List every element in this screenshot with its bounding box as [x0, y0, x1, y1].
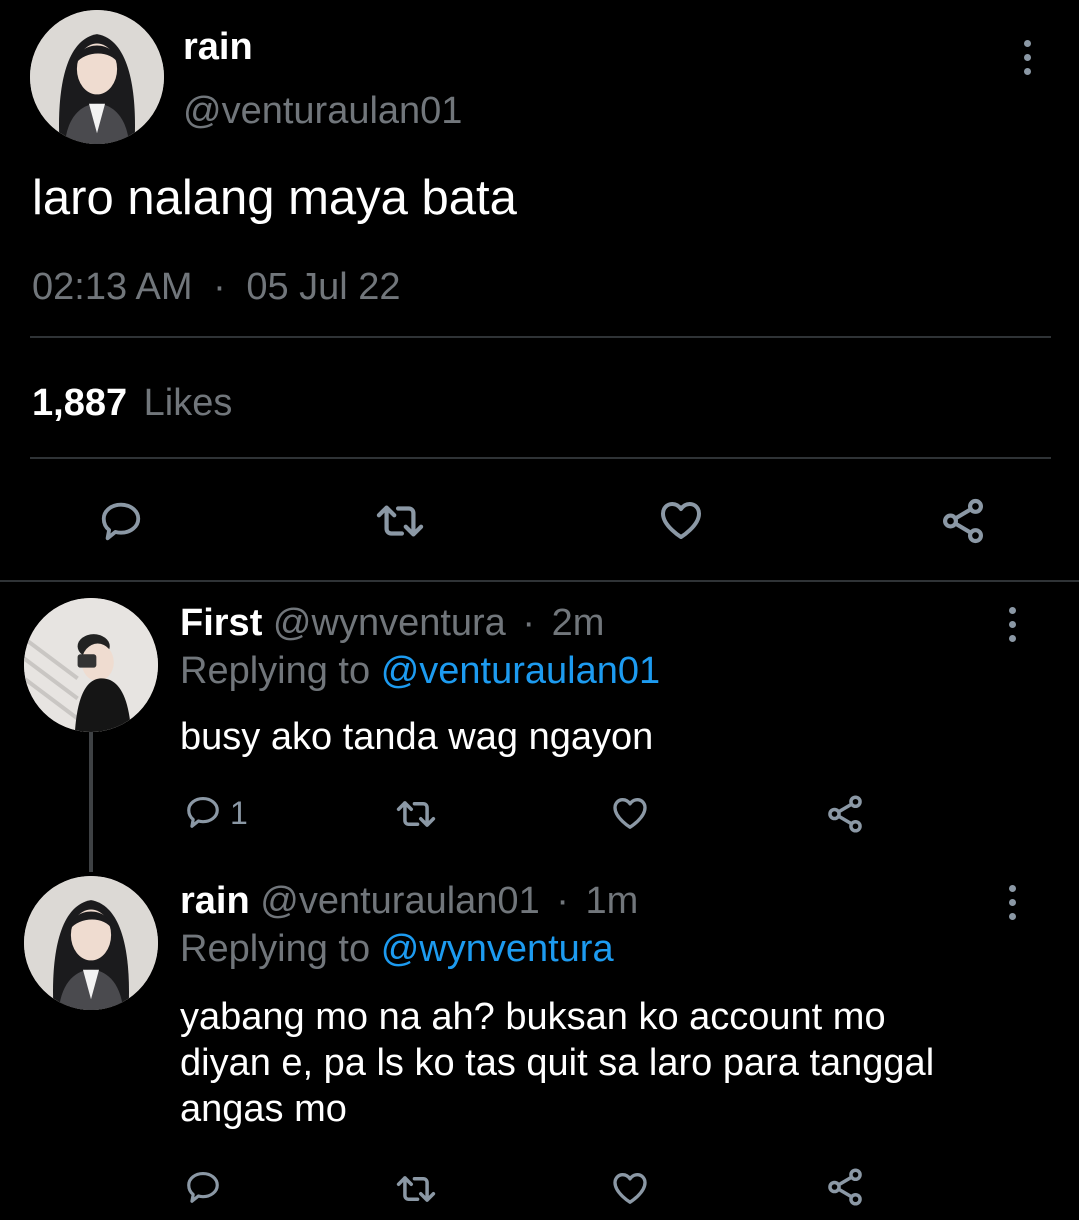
heart-icon[interactable]	[610, 793, 650, 833]
likes-stat[interactable]: 1,887 Likes	[32, 382, 232, 425]
reply-icon[interactable]	[97, 498, 145, 544]
author-avatar[interactable]	[30, 10, 164, 144]
reply-text: yabang mo na ah? buksan ko account mo di…	[180, 994, 934, 1132]
likes-label: Likes	[143, 382, 233, 424]
divider	[30, 457, 1051, 459]
reply-age: 1m	[585, 880, 639, 922]
more-vertical-icon[interactable]	[1000, 607, 1024, 642]
timestamp-separator: ·	[213, 266, 226, 308]
reply-icon[interactable]	[184, 1168, 222, 1206]
replying-to: Replying to @venturaulan01	[180, 650, 660, 693]
share-icon[interactable]	[824, 793, 866, 835]
avatar-photo	[30, 10, 164, 144]
divider	[0, 580, 1079, 582]
reply-author-handle[interactable]: @venturaulan01	[260, 880, 539, 922]
reply-icon[interactable]	[184, 793, 222, 831]
author-name[interactable]: rain	[183, 26, 253, 69]
replying-to-handle[interactable]: @venturaulan01	[381, 650, 660, 692]
author-handle[interactable]: @venturaulan01	[183, 90, 462, 133]
reply-text: busy ako tanda wag ngayon	[180, 716, 654, 758]
reply-avatar[interactable]	[24, 598, 158, 732]
replying-to: Replying to @wynventura	[180, 928, 614, 971]
reply-avatar[interactable]	[24, 876, 158, 1010]
reply-separator: ·	[522, 602, 536, 644]
reply-author-handle[interactable]: @wynventura	[273, 602, 506, 644]
replying-to-handle[interactable]: @wynventura	[381, 928, 614, 970]
reply-text-line: angas mo	[180, 1088, 347, 1130]
reply-header: rain @venturaulan01 · 1m	[180, 880, 638, 923]
retweet-icon[interactable]	[370, 498, 430, 544]
avatar-photo	[24, 598, 158, 732]
tweet-date: 05 Jul 22	[246, 266, 401, 308]
reply-age: 2m	[551, 602, 605, 644]
reply-text-line: yabang mo na ah? buksan ko account mo	[180, 996, 886, 1038]
more-vertical-icon[interactable]	[1000, 885, 1024, 920]
thread-connector	[89, 732, 93, 872]
reply-count: 1	[230, 795, 248, 831]
tweet-time: 02:13 AM	[32, 266, 193, 308]
reply-author-name[interactable]: First	[180, 602, 262, 644]
heart-icon[interactable]	[610, 1168, 650, 1208]
share-icon[interactable]	[824, 1166, 866, 1208]
reply-header: First @wynventura · 2m	[180, 602, 604, 645]
share-icon[interactable]	[938, 496, 988, 546]
more-vertical-icon[interactable]	[1015, 40, 1039, 75]
reply-separator: ·	[556, 880, 569, 922]
reply-author-name[interactable]: rain	[180, 880, 250, 922]
retweet-icon[interactable]	[392, 795, 440, 833]
reply-text-line: diyan e, pa ls ko tas quit sa laro para …	[180, 1042, 935, 1084]
replying-prefix: Replying to	[180, 650, 371, 692]
replying-prefix: Replying to	[180, 928, 371, 970]
retweet-icon[interactable]	[392, 1170, 440, 1208]
likes-count: 1,887	[32, 382, 128, 424]
tweet-text: laro nalang maya bata	[32, 171, 517, 225]
avatar-photo	[24, 876, 158, 1010]
tweet-timestamp: 02:13 AM · 05 Jul 22	[32, 266, 401, 309]
heart-icon[interactable]	[656, 496, 706, 544]
divider	[30, 336, 1051, 338]
